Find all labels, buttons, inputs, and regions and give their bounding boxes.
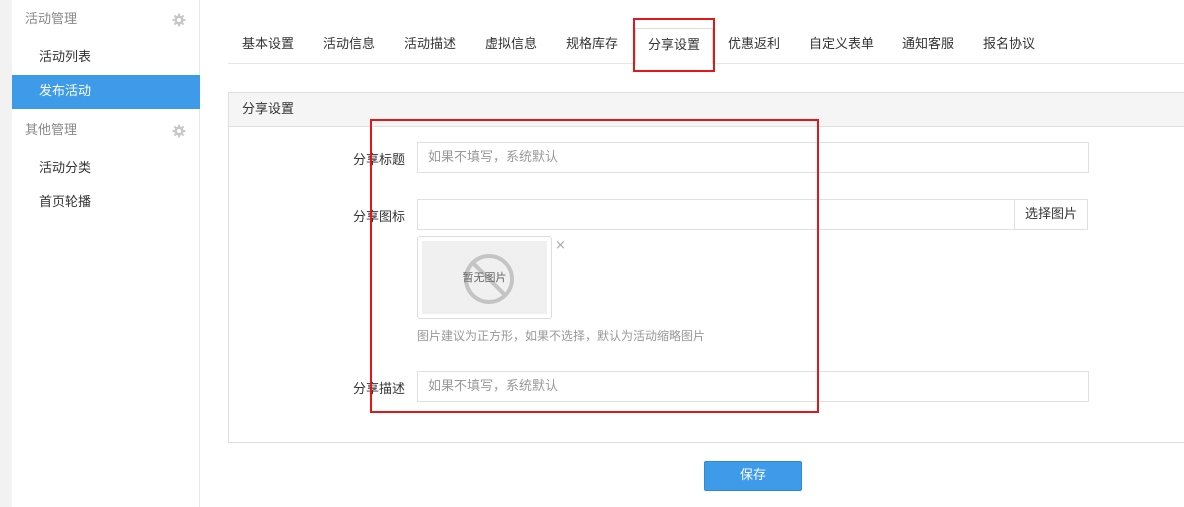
tab-bar: 基本设置 活动信息 活动描述 虚拟信息 规格库存 分享设置 优惠返利 自定义表单…: [228, 28, 1184, 65]
choose-image-button[interactable]: 选择图片: [1014, 199, 1088, 230]
share-desc-label: 分享描述: [352, 382, 405, 397]
sidebar: 活动管理 活动列表 发布活动 其他管理 活动分类 首页轮播: [12, 0, 200, 507]
sidebar-item-label: 发布活动: [39, 84, 92, 99]
share-title-label: 分享标题: [352, 153, 405, 168]
sidebar-item-label: 首页轮播: [39, 195, 92, 210]
share-icon-label: 分享图标: [352, 210, 405, 225]
share-title-input[interactable]: [417, 142, 1089, 173]
gear-icon[interactable]: [172, 13, 186, 27]
sidebar-item-activity-list[interactable]: 活动列表: [12, 41, 200, 75]
sidebar-group-activity[interactable]: 活动管理: [12, 2, 200, 38]
image-preview: 暂无图片: [417, 236, 552, 319]
sidebar-item-home-carousel[interactable]: 首页轮播: [12, 186, 200, 220]
sidebar-item-label: 活动列表: [39, 50, 92, 65]
no-image-text: 暂无图片: [462, 271, 507, 284]
gear-icon[interactable]: [172, 124, 186, 138]
image-placeholder: 暂无图片: [422, 241, 547, 314]
tab-spec-stock[interactable]: 规格库存: [566, 28, 618, 64]
sidebar-group-label: 其他管理: [25, 123, 78, 138]
tab-activity-desc[interactable]: 活动描述: [404, 28, 456, 64]
sidebar-item-label: 活动分类: [39, 161, 92, 176]
tab-custom-form[interactable]: 自定义表单: [809, 28, 874, 64]
sidebar-item-activity-category[interactable]: 活动分类: [12, 152, 200, 186]
sidebar-item-publish-activity[interactable]: 发布活动: [12, 75, 200, 109]
tab-signup-agreement[interactable]: 报名协议: [983, 28, 1035, 64]
left-edge: [0, 0, 12, 507]
share-icon-url-input[interactable]: [417, 199, 1015, 230]
save-button[interactable]: 保存: [704, 461, 802, 491]
tab-notify-service[interactable]: 通知客服: [902, 28, 954, 64]
sidebar-group-label: 活动管理: [25, 12, 78, 27]
share-icon-hint: 图片建议为正方形，如果不选择，默认为活动缩略图片: [417, 329, 706, 343]
tab-virtual-info[interactable]: 虚拟信息: [485, 28, 537, 64]
tab-share-settings[interactable]: 分享设置: [635, 28, 714, 65]
tab-activity-info[interactable]: 活动信息: [323, 28, 375, 64]
panel-title: 分享设置: [229, 93, 1184, 127]
close-icon[interactable]: ×: [555, 239, 566, 252]
tab-discount-rebate[interactable]: 优惠返利: [728, 28, 780, 64]
share-desc-input[interactable]: [417, 371, 1089, 402]
sidebar-group-other[interactable]: 其他管理: [12, 113, 200, 149]
tab-basic-settings[interactable]: 基本设置: [242, 28, 294, 64]
